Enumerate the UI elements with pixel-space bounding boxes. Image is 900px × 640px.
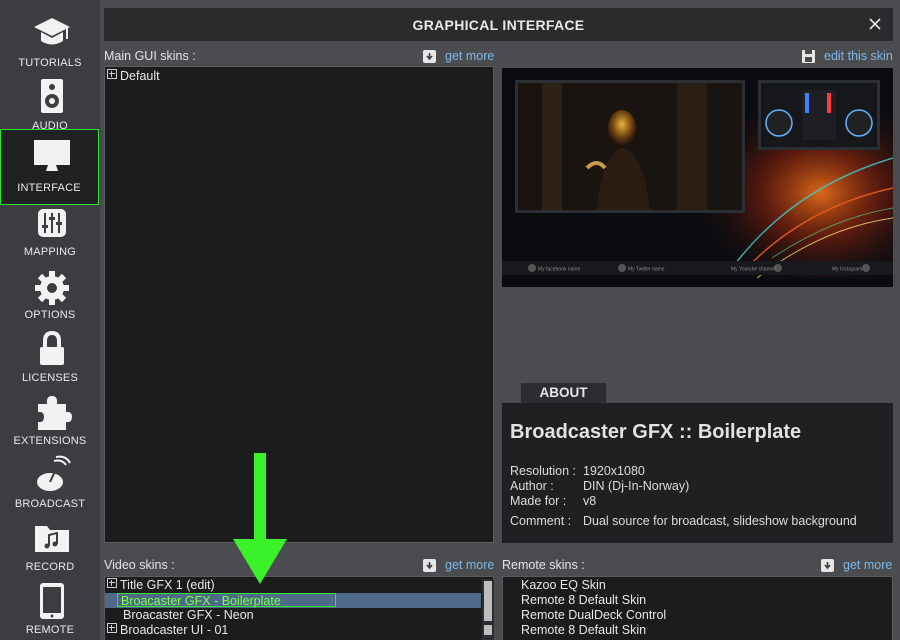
nav-tutorials[interactable]: TUTORIALS xyxy=(2,8,98,69)
main-gui-skins-list[interactable]: Default xyxy=(104,66,494,543)
about-panel: Broadcaster GFX :: Boilerplate Resolutio… xyxy=(502,403,893,543)
sidebar: TUTORIALS AUDIO INTERFACE MAPPING OPTION… xyxy=(0,0,100,640)
preview-footer-twitter: My Twitter name xyxy=(628,267,665,273)
list-item[interactable]: Broadcaster UI - 01 xyxy=(107,623,228,638)
list-item-label: Title GFX 1 (edit) xyxy=(120,578,215,592)
list-item[interactable]: Remote 8 Default Skin xyxy=(505,593,646,608)
nav-record[interactable]: RECORD xyxy=(2,512,98,573)
nav-interface[interactable]: INTERFACE xyxy=(0,129,99,205)
list-item-label: Kazoo EQ Skin xyxy=(521,578,606,592)
remote-skins-label: Remote skins : xyxy=(502,558,585,572)
nav-label: BROADCAST xyxy=(14,498,86,510)
video-skins-label: Video skins : xyxy=(104,558,175,572)
resolution-label: Resolution : xyxy=(510,464,577,478)
scrollbar-thumb[interactable] xyxy=(484,581,492,621)
nav-label: RECORD xyxy=(25,561,75,573)
skin-preview: My facebook name My Twitter name My Yout… xyxy=(502,68,893,287)
green-arrow-icon xyxy=(233,453,287,584)
list-item[interactable]: Remote 8 Default Skin xyxy=(505,623,646,638)
list-item[interactable]: Broacaster GFX - Neon xyxy=(107,608,254,623)
expand-icon[interactable] xyxy=(107,623,117,633)
video-list-scrollbar[interactable] xyxy=(482,579,494,640)
made-for-value: v8 xyxy=(583,494,597,508)
nav-mapping[interactable]: MAPPING xyxy=(2,197,98,258)
sliders-icon xyxy=(38,209,66,237)
preview-footer-instagram: My Instagram xyxy=(832,267,862,273)
resolution-value: 1920x1080 xyxy=(583,464,645,478)
remote-skins-list[interactable]: Kazoo EQ Skin Remote 8 Default Skin Remo… xyxy=(502,576,893,640)
nav-remote[interactable]: REMOTE xyxy=(2,575,98,636)
download-icon[interactable] xyxy=(423,50,436,63)
skin-title: Broadcaster GFX :: Boilerplate xyxy=(510,421,802,443)
nav-label: TUTORIALS xyxy=(18,57,82,69)
dialog-header: GRAPHICAL INTERFACE xyxy=(104,8,893,41)
nav-label: INTERFACE xyxy=(17,182,81,194)
comment-row: Comment : Dual source for broadcast, slid… xyxy=(510,514,857,528)
monitor-icon xyxy=(34,140,70,171)
list-item-label: Broacaster GFX - Boilerplate xyxy=(117,593,336,608)
nav-label: REMOTE xyxy=(25,624,75,636)
list-item-selected[interactable]: Broacaster GFX - Boilerplate xyxy=(105,593,481,608)
made-for-label: Made for : xyxy=(510,494,567,508)
remote-get-more-link[interactable]: get more xyxy=(843,558,892,572)
list-item-label: Broadcaster UI - 01 xyxy=(120,623,229,637)
about-tab: ABOUT xyxy=(521,383,606,403)
music-folder-icon xyxy=(35,526,69,552)
comment-label: Comment : xyxy=(510,514,572,528)
author-label: Author : xyxy=(510,479,554,493)
edit-this-skin-link[interactable]: edit this skin xyxy=(824,49,893,63)
puzzle-icon xyxy=(38,396,72,430)
speaker-icon xyxy=(41,79,63,113)
nav-label: MAPPING xyxy=(23,246,77,258)
scrollbar-thumb-lower[interactable] xyxy=(484,625,492,635)
tablet-icon xyxy=(40,583,64,619)
preview-footer-facebook: My facebook name xyxy=(538,267,580,273)
list-item-label: Remote 8 Default Skin xyxy=(521,593,647,607)
nav-options[interactable]: OPTIONS xyxy=(2,260,98,321)
download-icon[interactable] xyxy=(423,559,436,572)
nav-label: OPTIONS xyxy=(24,309,76,321)
list-item[interactable]: Kazoo EQ Skin xyxy=(505,578,606,593)
resolution-row: Resolution : 1920x1080 xyxy=(510,464,645,478)
expand-icon[interactable] xyxy=(107,69,117,79)
list-item[interactable]: Default xyxy=(107,69,160,84)
expand-icon[interactable] xyxy=(107,578,117,588)
nav-audio[interactable]: AUDIO xyxy=(2,71,98,132)
main-gui-get-more-link[interactable]: get more xyxy=(445,49,494,63)
comment-value: Dual source for broadcast, slideshow bac… xyxy=(583,514,857,528)
nav-label: EXTENSIONS xyxy=(13,435,87,447)
main-gui-skins-label: Main GUI skins : xyxy=(104,49,196,63)
list-item-label: Remote 8 Default Skin xyxy=(521,623,647,637)
download-icon[interactable] xyxy=(821,559,834,572)
nav-licenses[interactable]: LICENSES xyxy=(2,323,98,384)
list-item-label: Default xyxy=(120,69,160,83)
nav-extensions[interactable]: EXTENSIONS xyxy=(2,386,98,447)
page-title: GRAPHICAL INTERFACE xyxy=(412,17,585,33)
author-row: Author : DIN (Dj-In-Norway) xyxy=(510,479,689,493)
list-item[interactable]: Title GFX 1 (edit) xyxy=(107,578,477,593)
author-value: DIN (Dj-In-Norway) xyxy=(583,479,690,493)
video-skins-list[interactable]: Title GFX 1 (edit) Broacaster GFX - Boil… xyxy=(104,576,494,640)
skin-preview-image: My facebook name My Twitter name My Yout… xyxy=(502,68,893,287)
list-item[interactable]: Remote DualDeck Control xyxy=(505,608,666,623)
lock-icon xyxy=(40,330,64,365)
graduation-cap-icon xyxy=(34,18,70,45)
video-get-more-link[interactable]: get more xyxy=(445,558,494,572)
list-item-label: Remote DualDeck Control xyxy=(521,608,667,622)
close-icon[interactable] xyxy=(865,14,885,34)
save-icon[interactable] xyxy=(802,50,815,63)
nav-broadcast[interactable]: BROADCAST xyxy=(2,449,98,510)
nav-label: LICENSES xyxy=(21,372,78,384)
gear-icon xyxy=(35,271,69,305)
broadcast-icon xyxy=(37,455,71,491)
preview-footer-youtube: My Youtube channel xyxy=(731,267,776,273)
list-item-label: Broacaster GFX - Neon xyxy=(123,608,254,622)
made-for-row: Made for : v8 xyxy=(510,494,596,508)
